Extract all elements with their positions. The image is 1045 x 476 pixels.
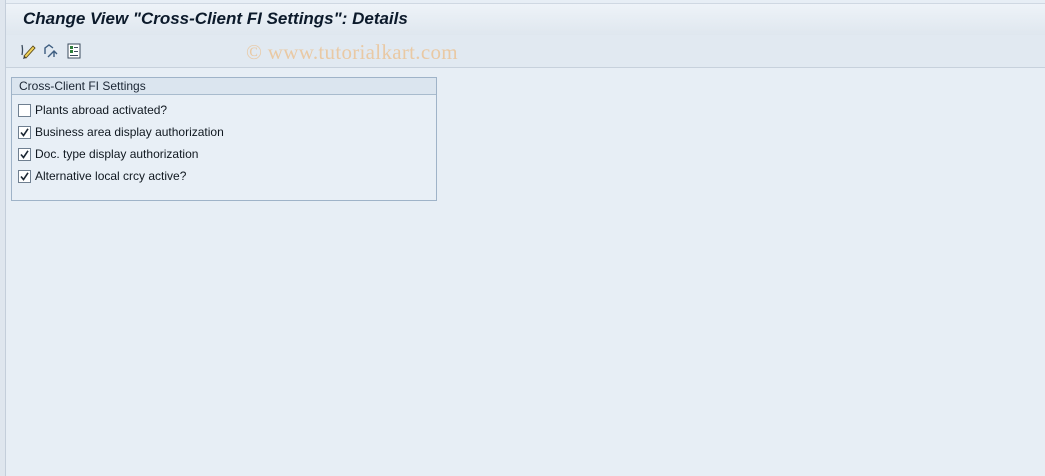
alt-local-crcy-label: Alternative local crcy active? (35, 169, 187, 183)
other-entry-icon (42, 42, 60, 60)
display-change-button[interactable] (19, 42, 37, 60)
group-title: Cross-Client FI Settings (12, 78, 436, 95)
business-area-auth-checkbox-row[interactable]: Business area display authorization (18, 124, 224, 140)
checkmark-icon (20, 171, 29, 181)
display-change-icon (19, 42, 37, 60)
watermark: © www.tutorialkart.com (246, 40, 458, 64)
plants-abroad-label: Plants abroad activated? (35, 103, 168, 117)
application-toolbar: © www.tutorialkart.com (6, 35, 1045, 68)
page-title: Change View "Cross-Client FI Settings": … (23, 9, 408, 28)
cross-client-settings-group: Cross-Client FI Settings Plants abroad a… (11, 77, 437, 201)
other-entry-button[interactable] (42, 42, 60, 60)
checkmark-icon (20, 127, 29, 137)
title-bar: Change View "Cross-Client FI Settings": … (6, 3, 1045, 36)
plants-abroad-checkbox[interactable] (18, 103, 31, 117)
main-window: Change View "Cross-Client FI Settings": … (5, 0, 1045, 476)
alt-local-crcy-checkbox[interactable] (18, 169, 31, 183)
select-list-icon (65, 42, 83, 60)
doc-type-auth-label: Doc. type display authorization (35, 147, 199, 161)
alt-local-crcy-checkbox-row[interactable]: Alternative local crcy active? (18, 168, 186, 184)
business-area-auth-label: Business area display authorization (35, 125, 224, 139)
doc-type-auth-checkbox-row[interactable]: Doc. type display authorization (18, 146, 198, 162)
doc-type-auth-checkbox[interactable] (18, 147, 31, 161)
select-list-button[interactable] (65, 42, 83, 60)
checkmark-icon (20, 149, 29, 159)
plants-abroad-checkbox-row[interactable]: Plants abroad activated? (18, 102, 167, 118)
business-area-auth-checkbox[interactable] (18, 125, 31, 139)
